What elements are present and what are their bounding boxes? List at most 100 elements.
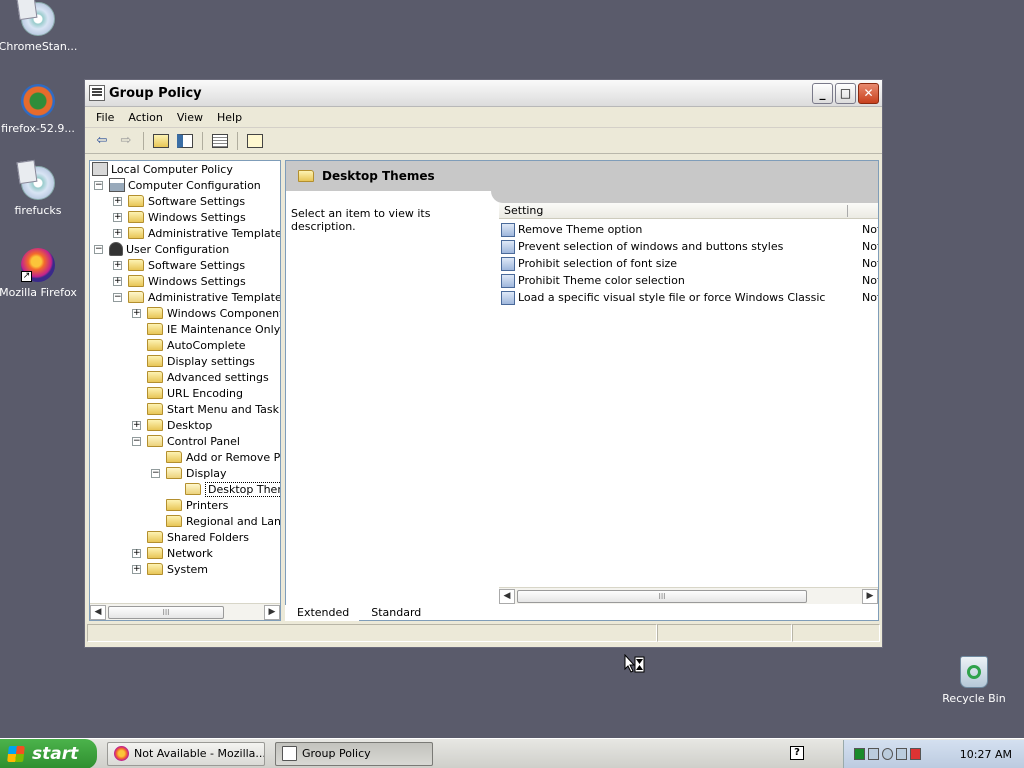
setting-row[interactable]: Remove Theme option Not (501, 221, 878, 238)
scroll-left-button[interactable]: ◀ (499, 588, 515, 604)
menu-action[interactable]: Action (121, 111, 169, 124)
desktop-icon-firefucks[interactable]: firefucks (0, 166, 80, 217)
close-button[interactable]: ✕ (858, 82, 879, 104)
tree-node-cc-administrative-templates[interactable]: Administrative Templates (128, 225, 280, 241)
expand-toggle[interactable]: + (132, 421, 141, 430)
collapse-toggle[interactable]: − (113, 293, 122, 302)
tree-node-shared-folders[interactable]: Shared Folders (147, 529, 249, 545)
setting-row[interactable]: Prohibit selection of font size Not (501, 255, 878, 272)
tree-node-url-encoding[interactable]: URL Encoding (147, 385, 243, 401)
tree-node-label: Windows Components (167, 306, 281, 320)
tree-node-uc-windows-settings[interactable]: Windows Settings (128, 273, 246, 289)
tree-node-display-settings[interactable]: Display settings (147, 353, 255, 369)
title-bar[interactable]: Group Policy _ □ ✕ (85, 80, 882, 107)
tree-node-cc-windows-settings[interactable]: Windows Settings (128, 209, 246, 225)
column-divider[interactable] (847, 205, 848, 217)
scroll-thumb[interactable]: III (517, 589, 807, 603)
scroll-right-button[interactable]: ▶ (862, 588, 878, 604)
folder-icon (128, 275, 144, 287)
security-icon[interactable] (882, 748, 893, 760)
expand-toggle[interactable]: + (113, 213, 122, 222)
expand-toggle[interactable]: + (132, 309, 141, 318)
desktop-icon-chromestandalone[interactable]: ChromeStan... (0, 2, 80, 53)
update-icon[interactable] (896, 748, 907, 760)
column-header-setting[interactable]: Setting (504, 204, 543, 217)
show-hide-tree-button[interactable] (174, 130, 196, 152)
menu-view[interactable]: View (170, 111, 210, 124)
tree-node-computer-configuration[interactable]: Computer Configuration (109, 177, 261, 193)
taskbar-item-firefox[interactable]: Not Available - Mozilla... (107, 741, 265, 766)
tree-node-autocomplete[interactable]: AutoComplete (147, 337, 246, 353)
setting-name: Prohibit selection of font size (518, 257, 678, 270)
setting-row[interactable]: Load a specific visual style file or for… (501, 289, 878, 306)
minimize-button[interactable]: _ (812, 82, 833, 104)
start-button[interactable]: start (0, 738, 97, 768)
tree-node-network[interactable]: Network (147, 545, 213, 561)
tree-node-desktop[interactable]: Desktop (147, 417, 212, 433)
tree-node-display[interactable]: Display (166, 465, 227, 481)
tree-node-system[interactable]: System (147, 561, 208, 577)
expand-toggle[interactable]: + (132, 565, 141, 574)
system-tray: 10:27 AM (843, 740, 1024, 768)
export-list-button[interactable] (209, 130, 231, 152)
tree-node-advanced-settings[interactable]: Advanced settings (147, 369, 269, 385)
tree-node-windows-components[interactable]: Windows Components (147, 305, 281, 321)
tree-node-user-configuration[interactable]: User Configuration (109, 241, 229, 257)
menu-help[interactable]: Help (210, 111, 249, 124)
desktop-icon-recycle-bin[interactable]: Recycle Bin (932, 656, 1016, 705)
back-button[interactable]: ⇦ (91, 130, 113, 152)
maximize-button[interactable]: □ (835, 82, 856, 104)
collapse-toggle[interactable]: − (94, 181, 103, 190)
expand-toggle[interactable]: + (113, 229, 122, 238)
desktop-icon-firefox-installer[interactable]: firefox-52.9... (0, 84, 80, 135)
scroll-left-button[interactable]: ◀ (90, 604, 106, 620)
tab-standard[interactable]: Standard (359, 605, 431, 621)
clock[interactable]: 10:27 AM (960, 748, 1012, 761)
forward-button[interactable]: ⇨ (115, 130, 137, 152)
policy-icon (92, 162, 108, 176)
tree-node-local-computer-policy[interactable]: Local Computer Policy (92, 161, 233, 177)
installer-disc-icon (21, 166, 55, 200)
tree-node-ie-maintenance[interactable]: IE Maintenance Only (147, 321, 280, 337)
scroll-right-button[interactable]: ▶ (264, 604, 280, 620)
expand-toggle[interactable]: + (113, 197, 122, 206)
display-icon[interactable] (868, 748, 879, 760)
tree-node-label: Desktop (167, 418, 213, 432)
tab-extended[interactable]: Extended (285, 605, 360, 621)
tree-node-regional-language[interactable]: Regional and Langu (166, 513, 280, 529)
desktop-icon-mozilla-firefox[interactable]: ↗ Mozilla Firefox (0, 248, 80, 299)
setting-row[interactable]: Prevent selection of windows and buttons… (501, 238, 878, 255)
tree-node-label: User Configuration (126, 242, 230, 256)
tree-node-printers[interactable]: Printers (166, 497, 228, 513)
open-folder-icon (128, 291, 144, 303)
firefox-icon (114, 746, 129, 761)
help-topics-button[interactable] (244, 130, 266, 152)
expand-toggle[interactable]: + (132, 549, 141, 558)
shield-icon[interactable] (910, 748, 921, 760)
expand-toggle[interactable]: + (113, 277, 122, 286)
up-one-level-button[interactable] (150, 130, 172, 152)
tree-node-start-menu-taskbar[interactable]: Start Menu and Taskbar (147, 401, 280, 417)
tree-node-control-panel[interactable]: Control Panel (147, 433, 240, 449)
tree-node-cc-software-settings[interactable]: Software Settings (128, 193, 245, 209)
tree-node-desktop-themes[interactable]: Desktop Theme (185, 481, 280, 497)
help-icon[interactable]: ? (790, 746, 804, 760)
tree-node-add-remove-programs[interactable]: Add or Remove Pro (166, 449, 280, 465)
tree-node-label: IE Maintenance Only (167, 322, 281, 336)
scroll-thumb[interactable]: III (108, 605, 224, 619)
tree-node-uc-software-settings[interactable]: Software Settings (128, 257, 245, 273)
collapse-toggle[interactable]: − (132, 437, 141, 446)
expand-toggle[interactable]: + (113, 261, 122, 270)
details-horizontal-scrollbar[interactable]: ◀ III ▶ (499, 587, 878, 604)
network-icon[interactable] (854, 748, 865, 760)
setting-row[interactable]: Prohibit Theme color selection Not (501, 272, 878, 289)
taskbar-item-group-policy[interactable]: Group Policy (275, 741, 433, 766)
tree-horizontal-scrollbar[interactable]: ◀ III ▶ (90, 603, 280, 620)
tree-node-uc-administrative-templates[interactable]: Administrative Templates (128, 289, 280, 305)
setting-state: Not (862, 257, 878, 270)
menu-file[interactable]: File (89, 111, 121, 124)
collapse-toggle[interactable]: − (151, 469, 160, 478)
tree-node-label-selected: Desktop Theme (205, 481, 280, 497)
status-panel (87, 624, 657, 642)
collapse-toggle[interactable]: − (94, 245, 103, 254)
